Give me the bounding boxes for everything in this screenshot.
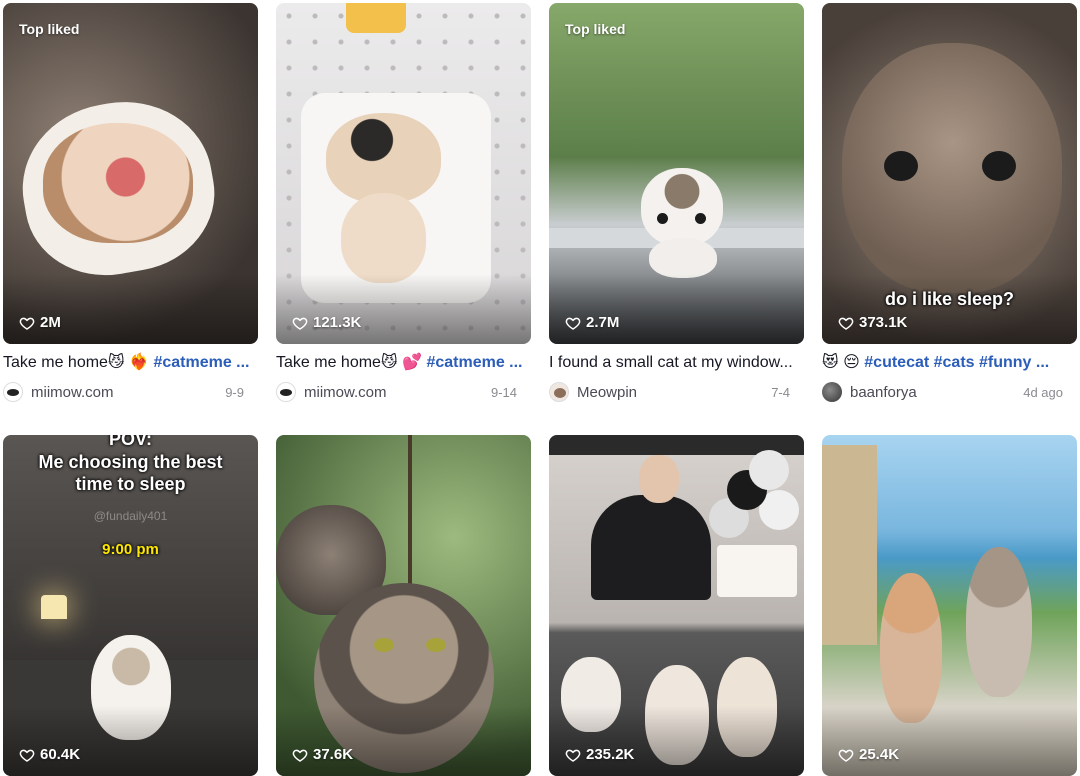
video-thumbnail[interactable]: do i like sleep? 373.1K xyxy=(822,3,1077,344)
like-count: 373.1K xyxy=(838,314,907,331)
cat-face xyxy=(43,123,193,243)
like-count: 2M xyxy=(19,314,61,331)
video-meta: miimow.com 9-9 xyxy=(3,380,258,404)
heart-icon xyxy=(565,749,581,762)
video-thumbnail[interactable]: 37.6K xyxy=(276,435,531,776)
kitten-face xyxy=(842,43,1062,293)
hashtag[interactable]: #catmeme ... xyxy=(426,354,522,371)
cat-face xyxy=(326,113,441,203)
like-count: 60.4K xyxy=(19,746,80,763)
author-name[interactable]: miimow.com xyxy=(304,384,491,401)
video-thumbnail[interactable]: Top liked 2.7M xyxy=(549,3,804,344)
grey-kitten xyxy=(966,547,1032,697)
cat-body xyxy=(341,193,426,283)
pov-label: POV: xyxy=(108,435,152,449)
video-meta: baanforya 4d ago xyxy=(822,380,1077,404)
hashtag[interactable]: #cutecat #cats #funny ... xyxy=(864,354,1049,371)
author-name[interactable]: baanforya xyxy=(850,384,1023,401)
cat-figure xyxy=(641,168,723,246)
lamp xyxy=(41,595,67,619)
building xyxy=(822,445,877,645)
avatar[interactable] xyxy=(3,382,23,402)
watermark: @fundaily401 xyxy=(93,509,168,523)
video-caption[interactable]: Take me home😼 ❤️‍🔥 #catmeme ... xyxy=(3,352,258,374)
heart-icon xyxy=(19,749,35,762)
heart-icon xyxy=(565,317,581,330)
post-date: 9-14 xyxy=(490,384,517,400)
avatar[interactable] xyxy=(549,382,569,402)
time-label: 9:00 pm xyxy=(102,541,159,558)
balloons xyxy=(749,450,789,490)
like-count: 25.4K xyxy=(838,746,899,763)
top-liked-badge: Top liked xyxy=(19,21,80,37)
video-meta: Meowpin 7-4 xyxy=(549,380,804,404)
video-caption[interactable]: Take me home😼 💕 #catmeme ... xyxy=(276,352,531,374)
person xyxy=(591,495,711,600)
video-thumbnail[interactable]: 235.2K xyxy=(549,435,804,776)
birthday-cake xyxy=(717,545,797,597)
like-count: 37.6K xyxy=(292,746,353,763)
video-overlay-text: do i like sleep? xyxy=(884,289,1015,309)
author-name[interactable]: Meowpin xyxy=(577,384,771,401)
author-name[interactable]: miimow.com xyxy=(31,384,225,401)
like-count: 2.7M xyxy=(565,314,619,331)
video-thumbnail[interactable]: 25.4K xyxy=(822,435,1077,776)
top-liked-badge: Top liked xyxy=(565,21,626,37)
hashtag[interactable]: #catmeme ... xyxy=(153,354,249,371)
video-caption[interactable]: I found a small cat at my window... xyxy=(549,352,804,374)
video-thumbnail[interactable]: POV: Me choosing the best time to sleep … xyxy=(3,435,258,776)
heart-icon xyxy=(292,317,308,330)
like-count: 121.3K xyxy=(292,314,361,331)
video-thumbnail[interactable]: 121.3K xyxy=(276,3,531,344)
post-date: 7-4 xyxy=(771,384,790,400)
avatar[interactable] xyxy=(822,382,842,402)
avatar[interactable] xyxy=(276,382,296,402)
heart-icon xyxy=(19,317,35,330)
heart-icon xyxy=(292,749,308,762)
heart-icon xyxy=(838,317,854,330)
post-date: 4d ago xyxy=(1023,384,1063,400)
like-count: 235.2K xyxy=(565,746,634,763)
video-meta: miimow.com 9-14 xyxy=(276,380,531,404)
meme-caption: Me choosing the best time to sleep xyxy=(38,452,223,494)
video-thumbnail[interactable]: Top liked 2M xyxy=(3,3,258,344)
heart-icon xyxy=(838,749,854,762)
orange-kitten xyxy=(880,573,942,723)
video-caption[interactable]: 😻 😔 #cutecat #cats #funny ... xyxy=(822,352,1077,374)
post-date: 9-9 xyxy=(225,384,244,400)
